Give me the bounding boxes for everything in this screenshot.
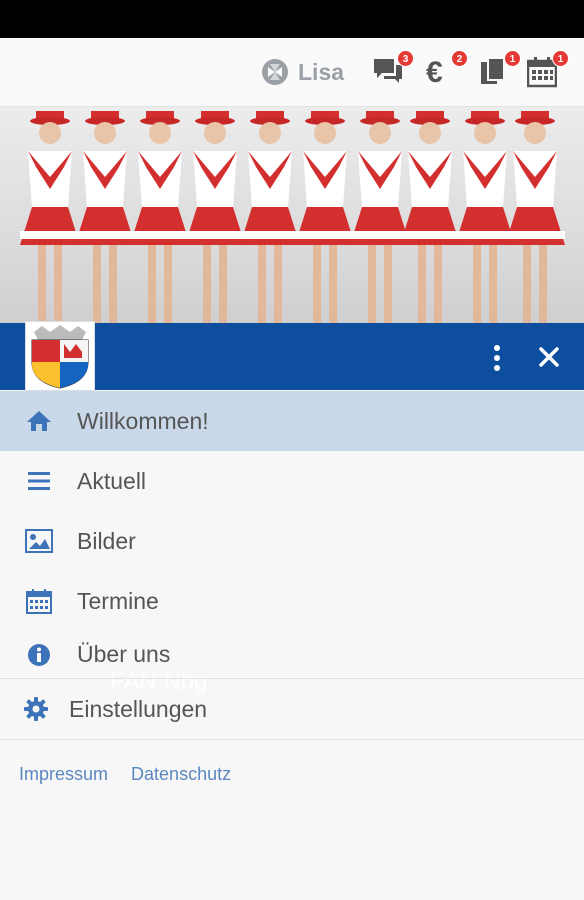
dancers-image <box>20 111 565 323</box>
nav-item-einstellungen[interactable]: Einstellungen <box>0 679 584 739</box>
nav-item-aktuell[interactable]: Aktuell <box>0 451 584 511</box>
nav-label: Termine <box>77 587 159 614</box>
datenschutz-link[interactable]: Datenschutz <box>131 764 231 784</box>
list-icon <box>25 467 53 495</box>
nav-item-bilder[interactable]: Bilder <box>0 511 584 571</box>
messages-button[interactable]: 3 <box>372 50 414 90</box>
image-icon <box>25 527 53 555</box>
footer-links: Impressum Datenschutz <box>19 764 249 785</box>
nav-label: Einstellungen <box>69 695 208 722</box>
banner-photo <box>0 107 584 323</box>
user-logo-icon <box>262 59 288 85</box>
status-bar <box>0 0 584 38</box>
payments-button[interactable]: € 2 <box>426 50 468 90</box>
payments-badge: 2 <box>451 50 468 67</box>
nav-label: Bilder <box>77 527 136 554</box>
calendar-badge: 1 <box>552 50 569 67</box>
documents-icon <box>481 57 505 84</box>
more-options-button[interactable] <box>487 343 507 373</box>
user-name: Lisa <box>298 58 345 85</box>
more-vertical-icon <box>494 345 500 371</box>
calendar-button[interactable]: 1 <box>526 50 569 90</box>
nav-item-willkommen[interactable]: Willkommen! <box>0 391 584 451</box>
documents-badge: 1 <box>504 50 521 67</box>
club-crest-logo <box>25 321 95 391</box>
nav-item-ueber-uns[interactable]: Über uns <box>0 631 584 678</box>
home-icon <box>25 407 53 435</box>
divider <box>0 739 584 740</box>
nav-item-termine[interactable]: Termine <box>0 571 584 631</box>
euro-icon: € <box>426 56 443 89</box>
calendar-icon <box>25 587 53 615</box>
close-button[interactable] <box>536 344 562 370</box>
info-icon <box>25 641 53 669</box>
nav-menu: Willkommen! Aktuell Bilder Termine Über … <box>0 391 584 740</box>
nav-label: Über uns <box>77 641 171 667</box>
close-icon <box>539 347 559 367</box>
nav-label: Willkommen! <box>77 407 209 434</box>
nav-label: Aktuell <box>77 467 147 494</box>
top-bar: Lisa 3 € 2 1 1 <box>0 38 584 107</box>
impressum-link[interactable]: Impressum <box>19 764 108 784</box>
user-profile[interactable]: Lisa <box>260 56 344 88</box>
documents-button[interactable]: 1 <box>479 50 521 90</box>
messages-badge: 3 <box>397 50 414 67</box>
gear-icon <box>22 695 50 723</box>
